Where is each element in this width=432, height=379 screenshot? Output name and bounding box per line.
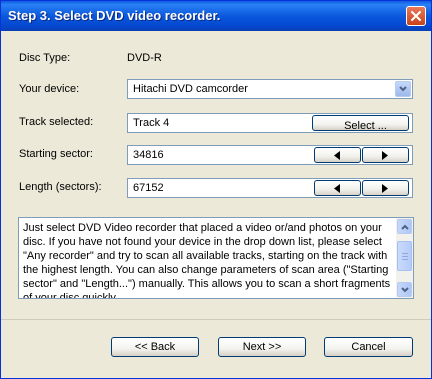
length-label: Length (sectors): <box>19 181 102 193</box>
track-label: Track selected: <box>19 116 94 128</box>
arrow-right-icon <box>382 151 388 160</box>
next-button[interactable]: Next >> <box>218 337 306 357</box>
length-decrease-button[interactable] <box>314 180 361 196</box>
scroll-up-button[interactable] <box>397 219 412 234</box>
starting-sector-decrease-button[interactable] <box>314 147 361 163</box>
select-track-button[interactable]: Select ... <box>312 115 409 132</box>
scroll-down-button[interactable] <box>397 282 412 297</box>
length-field: 67152 <box>127 178 413 198</box>
arrow-right-icon <box>382 184 388 193</box>
info-text-area[interactable]: Just select DVD Video recorder that plac… <box>18 217 414 299</box>
window-title: Step 3. Select DVD video recorder. <box>8 8 221 23</box>
title-bar[interactable]: Step 3. Select DVD video recorder. <box>1 1 431 31</box>
length-value: 67152 <box>133 182 164 194</box>
dialog-window: Step 3. Select DVD video recorder. Disc … <box>0 0 432 379</box>
starting-sector-label: Starting sector: <box>19 148 93 160</box>
close-icon <box>411 11 421 21</box>
close-button[interactable] <box>406 6 426 26</box>
arrow-left-icon <box>334 151 340 160</box>
cancel-button[interactable]: Cancel <box>324 337 413 357</box>
length-increase-button[interactable] <box>362 180 409 196</box>
info-scrollbar[interactable] <box>396 218 413 298</box>
device-selected-value: Hitachi DVD camcorder <box>133 83 248 95</box>
starting-sector-field: 34816 <box>127 145 413 165</box>
device-dropdown-button[interactable] <box>395 81 411 97</box>
chevron-down-icon <box>399 86 407 92</box>
disc-type-label: Disc Type: <box>19 52 71 64</box>
starting-sector-value: 34816 <box>133 149 164 161</box>
chevron-up-icon <box>401 224 409 230</box>
back-button[interactable]: << Back <box>111 337 199 357</box>
chevron-down-icon <box>401 287 409 293</box>
arrow-left-icon <box>334 184 340 193</box>
device-label: Your device: <box>19 83 80 95</box>
track-value: Track 4 <box>133 117 170 129</box>
footer-divider <box>1 319 431 320</box>
track-field: Track 4 Select ... <box>127 113 413 133</box>
device-dropdown[interactable]: Hitachi DVD camcorder <box>127 79 413 99</box>
info-text: Just select DVD Video recorder that plac… <box>23 222 391 299</box>
disc-type-value: DVD-R <box>127 52 162 64</box>
scroll-thumb[interactable] <box>397 241 412 271</box>
starting-sector-increase-button[interactable] <box>362 147 409 163</box>
